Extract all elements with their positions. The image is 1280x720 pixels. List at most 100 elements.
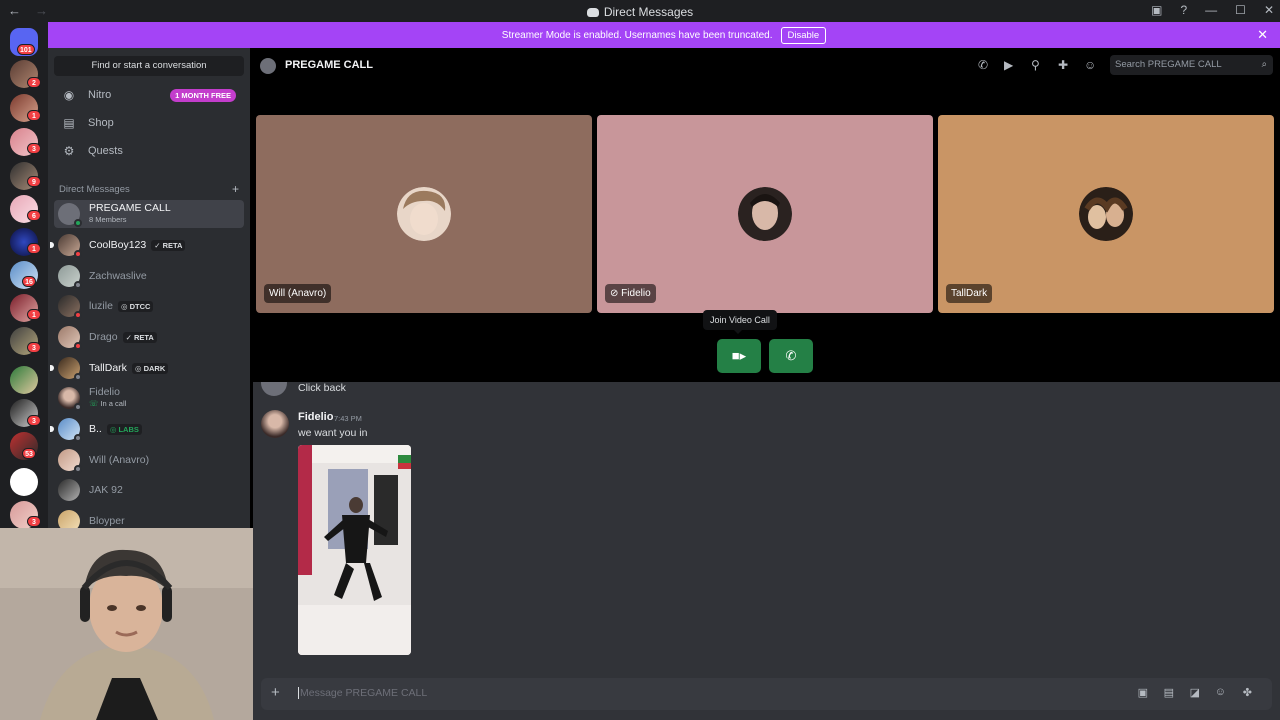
join-voice-call-button[interactable]: ✆ [769,339,813,373]
nitro-icon: ◉ [63,88,75,102]
maximize-icon[interactable]: ☐ [1235,3,1246,17]
emoji-icon[interactable]: ☺ [1215,686,1226,698]
server-badge: 16 [22,276,36,287]
shop-label: Shop [88,117,114,129]
avatar [58,510,80,528]
group-dm-icon [260,58,276,74]
avatar [58,234,82,258]
avatar [58,295,82,319]
find-conversation-input[interactable]: Find or start a conversation [54,56,244,76]
chat-area: Click back Fidelio 7:43 PM we want you i… [253,382,1280,720]
dm-name: luzile [89,300,113,312]
message-author[interactable]: Fidelio [298,411,333,423]
dm-header-label: Direct Messages [59,184,130,195]
avatar [58,357,82,381]
apps-icon[interactable]: ✤ [1243,686,1252,699]
dm-item[interactable]: Drago ✓ RETA [54,323,244,351]
avatar [58,265,82,289]
dm-item[interactable]: JAK 92 [54,476,244,504]
gift-icon[interactable]: ▣ [1138,686,1148,699]
call-area: Will (Anavro) ⊘ Fidelio TallDark Join Vi… [250,84,1280,382]
sticker-icon[interactable]: ◪ [1190,686,1200,699]
search-icon: ⌕ [1261,59,1267,70]
help-icon[interactable]: ? [1180,3,1187,17]
search-input[interactable]: Search PREGAME CALL ⌕ [1110,55,1273,75]
phone-icon: ✆ [785,348,797,363]
close-banner-icon[interactable]: ✕ [1257,27,1268,43]
participant-tile[interactable]: TallDark [938,115,1274,313]
server-badge: 3 [27,342,41,353]
server-tag: ◎ DARK [131,362,169,374]
server-icon[interactable] [10,366,38,394]
gif-attachment[interactable] [298,445,411,655]
add-friends-icon[interactable]: ✚ [1058,58,1068,72]
server-badge: 53 [22,448,36,459]
participant-avatar [1079,187,1133,241]
channel-title: PREGAME CALL [285,59,373,71]
close-window-icon[interactable]: ✕ [1264,3,1274,17]
server-tag: ✓ RETA [151,239,186,251]
participant-name: TallDark [946,284,993,303]
dm-item[interactable]: Will (Anavro) [54,446,244,474]
server-badge: 1 [27,309,41,320]
dm-name: TallDark [89,362,127,374]
dm-item[interactable]: CoolBoy123 ✓ RETA [50,231,244,259]
server-tag: ✓ RETA [122,331,157,343]
dm-item[interactable]: TallDark ◎ DARK [50,354,244,382]
video-icon[interactable]: ▶ [1004,58,1013,72]
dm-name: CoolBoy123 [89,239,147,251]
add-attachment-icon[interactable]: + [271,684,280,701]
call-icon[interactable]: ✆ [978,58,988,72]
disable-streamer-mode-button[interactable]: Disable [780,26,827,44]
dm-item[interactable]: Bloyper [54,507,244,528]
dm-item[interactable]: Fidelio ☏ In a call [54,384,244,412]
sidebar-item-quests[interactable]: ⚙ Quests [54,139,244,163]
dm-item[interactable]: Zachwaslive [54,262,244,290]
minimize-icon[interactable]: — [1205,3,1217,17]
in-call-status: ☏ In a call [89,399,127,408]
dm-item-pregame-call[interactable]: PREGAME CALL 8 Members [54,200,244,228]
gif-icon[interactable]: ▤ [1164,686,1174,699]
avatar [58,326,82,350]
window-title: Direct Messages [0,5,1280,19]
message-input[interactable]: Message PREGAME CALL [298,687,427,699]
pin-icon[interactable]: ⚲ [1031,58,1040,72]
unread-indicator [50,365,54,371]
join-video-call-button[interactable]: ■▸ [717,339,761,373]
members-icon[interactable]: ☺ [1084,58,1096,72]
message-timestamp: 7:43 PM [334,414,362,423]
dm-section-header: Direct Messages + [59,182,239,196]
dm-item[interactable]: B.. ◎ LABS [50,415,244,443]
avatar [58,418,82,442]
message-composer[interactable]: + Message PREGAME CALL ▣ ▤ ◪ ☺ ✤ [261,678,1272,710]
dm-members-count: 8 Members [89,215,127,224]
unread-indicator [50,242,54,248]
shop-icon: ▤ [63,116,75,130]
search-placeholder: Search PREGAME CALL [1115,59,1222,70]
message-author-avatar[interactable] [261,410,289,438]
create-dm-icon[interactable]: + [232,182,239,196]
dm-name: Will (Anavro) [89,454,150,466]
video-camera-icon: ■▸ [731,348,747,363]
channel-header: PREGAME CALL ✆ ▶ ⚲ ✚ ☺ Search PREGAME CA… [250,48,1280,84]
nitro-promo-badge: 1 MONTH FREE [170,88,236,102]
server-tag: ◎ DTCC [117,300,154,312]
discord-icon [586,8,599,17]
server-badge: 2 [27,77,41,88]
sidebar-item-nitro[interactable]: ◉ Nitro 1 MONTH FREE [54,83,244,107]
inbox-icon[interactable]: ▣ [1151,3,1162,17]
dm-sidebar: Find or start a conversation ◉ Nitro 1 M… [48,48,250,528]
participant-tile[interactable]: Will (Anavro) [256,115,592,313]
dm-item[interactable]: luzile ◎ DTCC [54,292,244,320]
server-badge: 1 [27,243,41,254]
dm-name: JAK 92 [89,484,123,496]
quests-label: Quests [88,145,123,157]
participant-tile[interactable]: ⊘ Fidelio [597,115,933,313]
message-text: we want you in [298,427,368,439]
window-controls: ▣ ? — ☐ ✕ [1151,3,1274,17]
quests-icon: ⚙ [63,144,75,158]
server-icon[interactable] [10,468,38,496]
dm-name: PREGAME CALL [89,202,171,214]
join-video-tooltip: Join Video Call [703,310,777,334]
sidebar-item-shop[interactable]: ▤ Shop [54,111,244,135]
